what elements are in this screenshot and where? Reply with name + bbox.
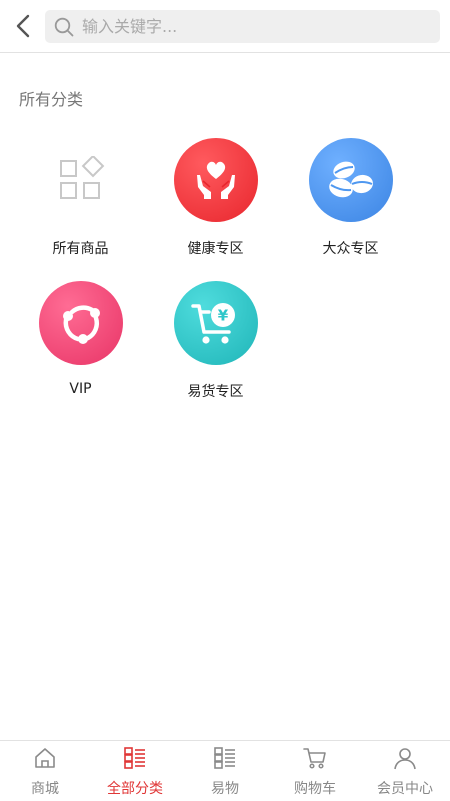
search-input[interactable] xyxy=(80,16,424,37)
tab-label: 购物车 xyxy=(294,781,336,797)
tab-label: 易物 xyxy=(211,781,239,797)
tab-label: 商城 xyxy=(31,781,59,797)
bottom-tab-bar: 商城 全部分类 易物 购物车 会员中心 xyxy=(0,740,450,801)
coffee-beans-icon xyxy=(309,138,393,222)
category-barter[interactable]: ¥ 易货专区 xyxy=(148,273,283,403)
category-mass[interactable]: 大众专区 xyxy=(283,130,418,260)
category-vip[interactable]: VIP xyxy=(13,273,148,403)
user-icon xyxy=(394,748,416,770)
yuan-cart-icon: ¥ xyxy=(174,281,258,365)
category-label: 健康专区 xyxy=(187,241,244,257)
heart-in-hands-icon xyxy=(174,138,258,222)
tab-barter[interactable]: 易物 xyxy=(180,741,270,801)
category-list-icon xyxy=(124,747,145,769)
category-list-icon xyxy=(214,747,235,769)
search-icon xyxy=(54,17,74,36)
tab-mall[interactable]: 商城 xyxy=(0,741,90,801)
svg-text:¥: ¥ xyxy=(218,307,229,325)
category-health[interactable]: 健康专区 xyxy=(148,130,283,260)
category-label: VIP xyxy=(69,381,92,397)
category-all-products[interactable]: 所有商品 xyxy=(13,130,148,260)
chevron-left-icon xyxy=(16,14,30,38)
tab-member-center[interactable]: 会员中心 xyxy=(360,741,450,801)
tab-cart[interactable]: 购物车 xyxy=(270,741,360,801)
top-bar xyxy=(0,0,450,53)
section-title: 所有分类 xyxy=(19,90,84,109)
cart-icon xyxy=(303,748,326,769)
tab-label: 全部分类 xyxy=(107,781,163,797)
category-label: 所有商品 xyxy=(52,241,109,257)
share-nodes-icon xyxy=(39,281,123,365)
home-icon xyxy=(35,748,55,768)
category-label: 大众专区 xyxy=(322,241,379,257)
category-label: 易货专区 xyxy=(187,384,244,400)
search-bar[interactable] xyxy=(45,10,440,43)
back-button[interactable] xyxy=(10,12,36,40)
tab-all-categories[interactable]: 全部分类 xyxy=(90,741,180,801)
tab-label: 会员中心 xyxy=(377,781,433,797)
grid-diamond-icon xyxy=(39,138,123,222)
